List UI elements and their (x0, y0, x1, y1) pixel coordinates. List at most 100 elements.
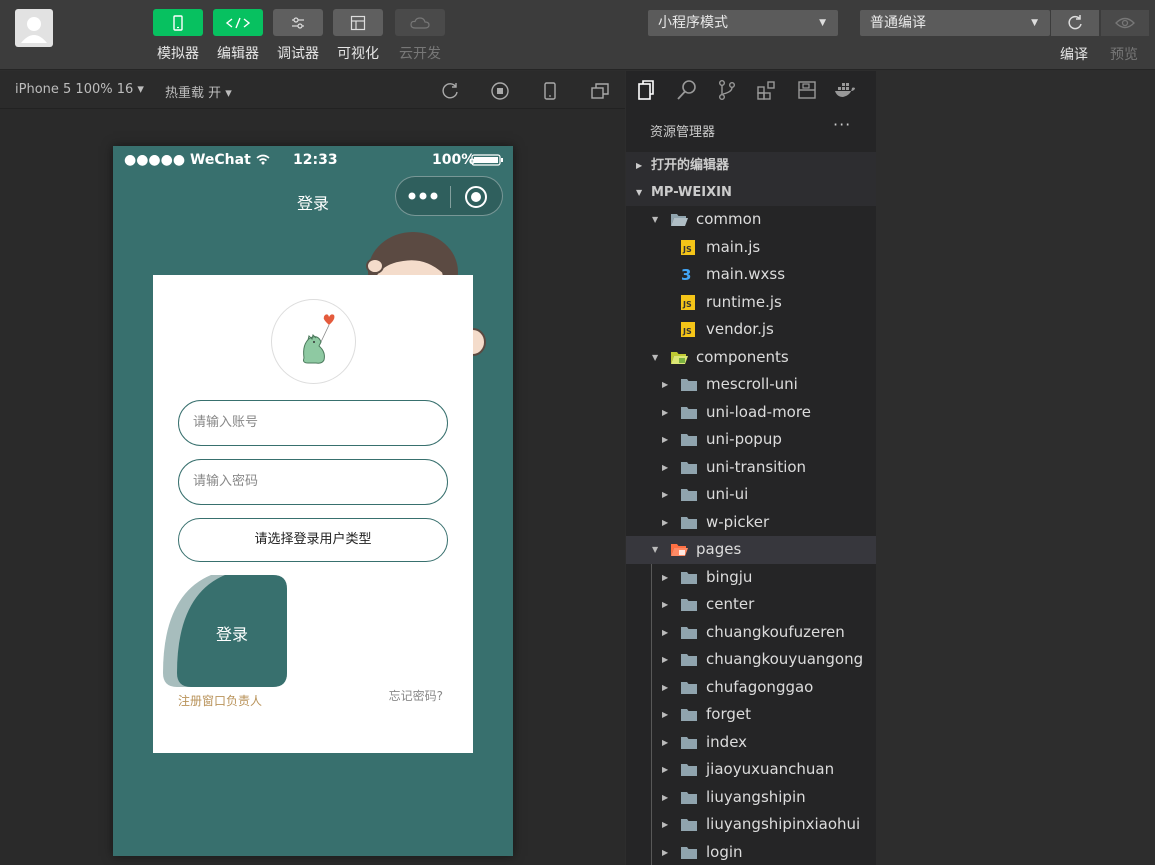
hot-reload-select[interactable]: 热重载 开 ▾ (165, 82, 232, 101)
folder-icon (681, 406, 697, 419)
tree-item-main-js[interactable]: JS main.js (626, 234, 876, 262)
open-editors-section[interactable]: ▶ 打开的编辑器 (626, 152, 876, 179)
tree-item-mescroll-uni[interactable]: ▶ mescroll-uni (626, 371, 876, 399)
indent-guide (651, 563, 652, 865)
tree-item-label: components (696, 347, 789, 366)
search-icon[interactable] (676, 79, 698, 101)
simulator-button[interactable] (153, 9, 203, 36)
explorer-panel: 资源管理器 ··· ▶ 打开的编辑器 ▼ MP-WEIXIN ▼ common JS… (626, 109, 876, 865)
visual-button[interactable] (333, 9, 383, 36)
device-select-label: iPhone 5 100% 16 (15, 82, 134, 97)
storage-icon[interactable] (796, 79, 818, 101)
chevron-right-icon: ▶ (662, 765, 669, 774)
tree-item-bingju[interactable]: ▶ bingju (626, 564, 876, 592)
device-select[interactable]: iPhone 5 100% 16 ▾ (15, 82, 144, 97)
stop-icon[interactable] (490, 81, 510, 101)
login-button-label: 登录 (215, 625, 248, 644)
forgot-password-link[interactable]: 忘记密码? (389, 687, 443, 704)
tree-item-common[interactable]: ▼ common (626, 206, 876, 234)
account-input[interactable]: 请输入账号 (178, 400, 448, 446)
tree-item-main-wxss[interactable]: 3 main.wxss (626, 261, 876, 289)
source-control-icon[interactable] (716, 79, 738, 101)
tree-item-forget[interactable]: ▶ forget (626, 701, 876, 729)
tree-item-login[interactable]: ▶ login (626, 839, 876, 865)
chevron-right-icon: ▶ (662, 655, 669, 664)
chevron-right-icon: ▶ (662, 407, 669, 417)
js-file-icon: JS (681, 322, 695, 337)
chevron-right-icon: ▶ (662, 820, 669, 829)
battery-icon (471, 154, 503, 166)
avatar[interactable] (15, 9, 53, 47)
rotate-icon[interactable] (440, 81, 460, 101)
chevron-right-icon: ▶ (662, 435, 669, 444)
chevron-down-icon: ▼ (652, 545, 659, 554)
carrier-text: ●●●●● WeChat (124, 152, 251, 168)
tree-item-chufagonggao[interactable]: ▶ chufagonggao (626, 674, 876, 702)
chevron-right-icon: ▶ (662, 572, 669, 582)
more-dots-icon[interactable] (408, 191, 438, 201)
tree-item-index[interactable]: ▶ index (626, 729, 876, 757)
close-mini-program-icon[interactable] (464, 185, 488, 209)
tree-item-components[interactable]: ▼ components (626, 344, 876, 372)
debugger-button[interactable] (273, 9, 323, 36)
more-actions-icon[interactable]: ··· (833, 115, 851, 134)
tree-item-uni-ui[interactable]: ▶ uni-ui (626, 481, 876, 509)
folder-icon (681, 379, 697, 391)
files-icon[interactable] (636, 79, 658, 101)
carrier-label: ●●●●● WeChat (124, 152, 270, 168)
compile-button[interactable] (1051, 10, 1099, 36)
tree-item-chuangkouyuangong[interactable]: ▶ chuangkouyuangong (626, 646, 876, 674)
tree-item-label: runtime.js (706, 292, 782, 311)
folder-open-icon (671, 544, 688, 556)
cloud-dev-label: 云开发 (399, 46, 441, 62)
tree-item-liuyangshipin[interactable]: ▶ liuyangshipin (626, 784, 876, 812)
tree-item-label: index (706, 732, 748, 751)
cloud-dev-button[interactable] (395, 9, 445, 36)
tree-item-uni-popup[interactable]: ▶ uni-popup (626, 426, 876, 454)
folder-icon (681, 819, 697, 831)
chevron-right-icon: ▶ (662, 682, 669, 692)
tree-item-liuyangshipinxiaohui[interactable]: ▶ liuyangshipinxiaohui (626, 811, 876, 839)
editor-area (876, 71, 1155, 865)
project-section[interactable]: ▼ MP-WEIXIN (626, 179, 876, 206)
tree-item-chuangkoufuzeren[interactable]: ▶ chuangkoufuzeren (626, 619, 876, 647)
tree-item-center[interactable]: ▶ center (626, 591, 876, 619)
tree-item-label: common (696, 210, 762, 228)
tree-item-vendor-js[interactable]: JS vendor.js (626, 316, 876, 344)
detach-window-icon[interactable] (590, 81, 610, 101)
code-icon (225, 17, 251, 28)
password-input[interactable]: 请输入密码 (178, 459, 448, 505)
tree-item-w-picker[interactable]: ▶ w-picker (626, 509, 876, 537)
chevron-right-icon: ▶ (662, 517, 669, 527)
tree-item-uni-transition[interactable]: ▶ uni-transition (626, 454, 876, 482)
phone-icon[interactable] (540, 81, 560, 101)
tree-item-label: liuyangshipinxiaohui (706, 815, 861, 833)
tree-item-label: w-picker (706, 512, 770, 531)
tree-item-label: chufagonggao (706, 677, 814, 696)
editor-button[interactable] (213, 9, 263, 36)
chevron-right-icon: ▶ (662, 380, 669, 389)
chevron-right-icon: ▶ (662, 462, 669, 472)
mode-select[interactable]: 小程序模式 ▼ (648, 10, 838, 36)
tree-item-runtime-js[interactable]: JS runtime.js (626, 289, 876, 317)
register-link[interactable]: 注册窗口负责人 (178, 692, 262, 709)
preview-button[interactable] (1101, 10, 1149, 36)
svg-text:JS: JS (682, 300, 692, 309)
mode-select-value: 小程序模式 (658, 15, 728, 31)
tree-item-uni-load-more[interactable]: ▶ uni-load-more (626, 399, 876, 427)
eye-icon (1115, 17, 1135, 29)
docker-icon[interactable] (834, 79, 856, 101)
extensions-icon[interactable] (756, 79, 778, 101)
user-type-button[interactable]: 请选择登录用户类型 (178, 518, 448, 562)
tree-item-pages[interactable]: ▼ pages (626, 536, 876, 564)
login-button[interactable]: 登录 (163, 575, 288, 687)
js-file-icon: JS (681, 239, 695, 255)
chevron-down-icon: ▼ (636, 188, 643, 197)
compile-select[interactable]: 普通编译 ▼ (860, 10, 1050, 36)
tree-item-jiaoyuxuanchuan[interactable]: ▶ jiaoyuxuanchuan (626, 756, 876, 784)
login-card: 请输入账号 请输入密码 请选择登录用户类型 登录 注册窗口负责人 忘记密码? (153, 275, 473, 753)
compile-label: 编译 (1060, 47, 1088, 63)
chevron-right-icon: ▶ (636, 161, 643, 170)
cloud-icon (410, 16, 430, 29)
chevron-right-icon: ▶ (662, 710, 669, 719)
